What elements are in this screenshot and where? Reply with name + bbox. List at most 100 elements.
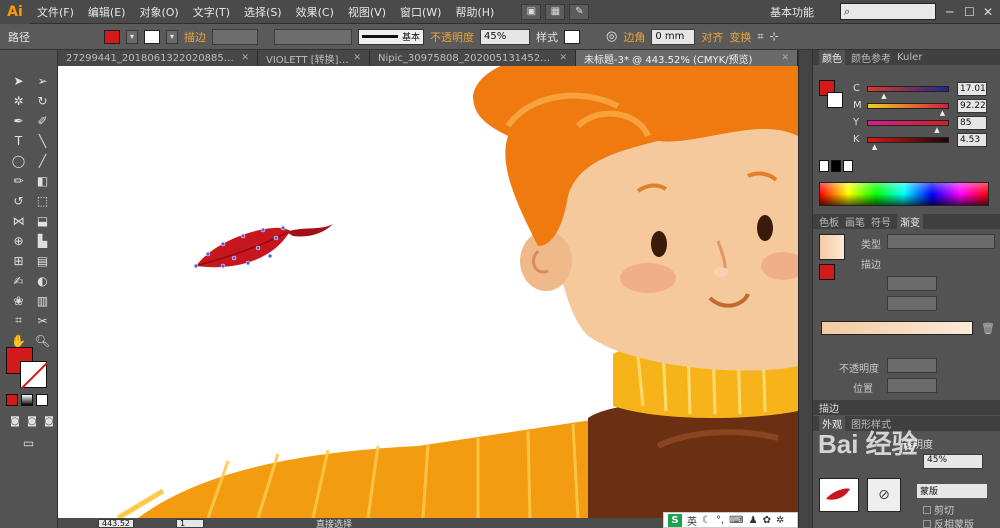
rotate-icon[interactable]: ↺ <box>8 192 29 209</box>
cmyk-value-field[interactable]: 85 <box>957 115 987 130</box>
transform-link[interactable]: 变换 <box>729 29 751 45</box>
panel-tab[interactable]: 画笔 <box>845 214 865 229</box>
slider-handle-icon[interactable]: ▲ <box>872 143 877 151</box>
pen-tool-icon[interactable]: ✒ <box>8 112 29 129</box>
black-swatch[interactable] <box>831 160 841 172</box>
minimize-icon[interactable]: ─ <box>946 5 953 19</box>
transparency-opacity-field[interactable]: 45% <box>923 454 983 469</box>
gradient-slider[interactable] <box>821 321 973 335</box>
variable-width-field[interactable] <box>274 28 352 45</box>
cmyk-slider[interactable]: ▲ <box>867 85 949 100</box>
close-icon[interactable]: ✕ <box>983 5 993 19</box>
menu-item[interactable]: 文字(T) <box>186 4 237 20</box>
document-tab[interactable]: VIOLETT [转换].ai* ✕ <box>258 50 370 66</box>
opacity-field[interactable]: 45% <box>480 28 530 45</box>
menu-item[interactable]: 对象(O) <box>132 4 185 20</box>
make-mask-button[interactable]: 蒙版 <box>917 484 987 498</box>
punctuation-icon[interactable]: °, <box>716 515 724 526</box>
slider-handle-icon[interactable]: ▲ <box>940 109 945 117</box>
tools-icon[interactable]: ✲ <box>776 515 784 526</box>
slider-handle-icon[interactable]: ▲ <box>934 126 939 134</box>
scale-icon[interactable]: ⬚ <box>32 192 53 209</box>
tab-close-icon[interactable]: ✕ <box>241 53 249 63</box>
tab-close-icon[interactable]: ✕ <box>353 53 361 63</box>
color-spectrum[interactable] <box>819 182 989 206</box>
page-field[interactable]: 1 <box>176 518 204 528</box>
opacity-label[interactable]: 不透明度 <box>430 29 474 45</box>
style-swatch[interactable] <box>564 29 580 44</box>
fill-swatch[interactable] <box>104 29 120 44</box>
brush-tool-icon[interactable]: ╱ <box>32 152 53 169</box>
menu-item[interactable]: 文件(F) <box>30 4 81 20</box>
curvature-icon[interactable]: ✐ <box>32 112 53 129</box>
perspective-icon[interactable]: ▙ <box>32 232 53 249</box>
recolor-icon[interactable]: ◎ <box>606 29 617 44</box>
search-input[interactable]: ⌕ <box>840 3 936 20</box>
magic-wand-icon[interactable]: ✲ <box>8 92 29 109</box>
clip-option[interactable]: 剪切 <box>923 502 954 517</box>
zoom-field[interactable]: 443.52 <box>98 518 134 528</box>
panel-tab[interactable]: 符号 <box>871 214 891 229</box>
menu-item[interactable]: 选择(S) <box>237 4 289 20</box>
stroke-swatch[interactable] <box>144 29 160 44</box>
type-tool-icon[interactable]: T <box>8 132 29 149</box>
skin-icon[interactable]: ✿ <box>763 515 771 526</box>
eyedropper-icon[interactable]: ✍ <box>8 272 29 289</box>
gradient-angle-field[interactable] <box>887 276 937 291</box>
artboard-icon[interactable]: ⌗ <box>8 312 29 329</box>
gradient-fill-swatch[interactable] <box>819 264 835 280</box>
delete-stop-icon[interactable]: 🗑︎ <box>981 322 995 335</box>
lasso-icon[interactable]: ↻ <box>32 92 53 109</box>
cmyk-slider[interactable]: ▲ <box>867 119 949 134</box>
panel-tab[interactable]: 渐变 <box>897 214 923 229</box>
selection-tool-icon[interactable]: ➤ <box>8 72 29 89</box>
stroke-label[interactable]: 描边 <box>184 29 206 45</box>
mesh-icon[interactable]: ⊞ <box>8 252 29 269</box>
menu-item[interactable]: 窗口(W) <box>393 4 448 20</box>
gradient-aspect-field[interactable] <box>887 296 937 311</box>
workspace-switcher[interactable]: 基本功能 <box>770 4 814 20</box>
gradient-mode-icon[interactable] <box>21 394 33 406</box>
moon-icon[interactable]: ☾ <box>702 515 711 526</box>
graph-icon[interactable]: ▥ <box>32 292 53 309</box>
slice-icon[interactable]: ✂ <box>32 312 53 329</box>
slider-handle-icon[interactable]: ▲ <box>881 92 886 100</box>
ellipse-tool-icon[interactable]: ◯ <box>8 152 29 169</box>
stroke-color-box[interactable] <box>20 361 47 388</box>
panel-tab[interactable]: 颜色参考 <box>851 50 891 65</box>
draw-behind-icon[interactable]: ◙ <box>25 414 39 428</box>
options-icon[interactable]: ⊹ <box>770 30 779 43</box>
stroke-weight-field[interactable] <box>212 28 258 45</box>
gradient-type-select[interactable] <box>887 234 995 249</box>
bridge-icon[interactable]: ▣ <box>521 3 542 20</box>
cmyk-value-field[interactable]: 17.01 <box>957 81 987 96</box>
language-indicator[interactable]: 英 <box>687 513 697 528</box>
symbol-sprayer-icon[interactable]: ❀ <box>8 292 29 309</box>
none-mode-icon[interactable] <box>36 394 48 406</box>
cmyk-slider[interactable]: ▲ <box>867 102 949 117</box>
stroke-panel-header[interactable]: 描边 <box>813 400 1000 415</box>
gradient-thumbnail[interactable] <box>819 234 845 260</box>
color-mode-icon[interactable] <box>6 394 18 406</box>
panel-stroke-swatch[interactable] <box>827 92 843 108</box>
sogou-icon[interactable]: S <box>668 513 682 527</box>
eraser-icon[interactable]: ◧ <box>32 172 53 189</box>
screen-mode-icon[interactable]: ▭ <box>18 434 39 451</box>
panel-tab[interactable]: Kuler <box>897 52 922 63</box>
stroke-style-preview[interactable]: 基本 <box>358 28 424 45</box>
cmyk-value-field[interactable]: 4.53 <box>957 132 987 147</box>
document-tab[interactable]: 未标题-3* @ 443.52% (CMYK/预览) ✕ <box>576 50 798 66</box>
zoom-icon[interactable]: 🔍︎ <box>32 332 53 349</box>
none-swatch[interactable] <box>819 160 829 172</box>
cmyk-slider[interactable]: ▲ <box>867 136 949 151</box>
stroke-dropdown[interactable]: ▾ <box>166 29 178 44</box>
white-swatch[interactable] <box>843 160 853 172</box>
document-tab[interactable]: Nipic_30975808_20200513145210539000.ai* ✕ <box>370 50 576 66</box>
arrange-icon[interactable]: ▦ <box>545 3 566 20</box>
artboard-canvas[interactable] <box>58 66 798 518</box>
fill-dropdown[interactable]: ▾ <box>126 29 138 44</box>
menu-item[interactable]: 帮助(H) <box>448 4 501 20</box>
tab-close-icon[interactable]: ✕ <box>781 53 789 63</box>
direct-selection-tool-icon[interactable]: ➢ <box>32 72 53 89</box>
menu-item[interactable]: 编辑(E) <box>81 4 133 20</box>
